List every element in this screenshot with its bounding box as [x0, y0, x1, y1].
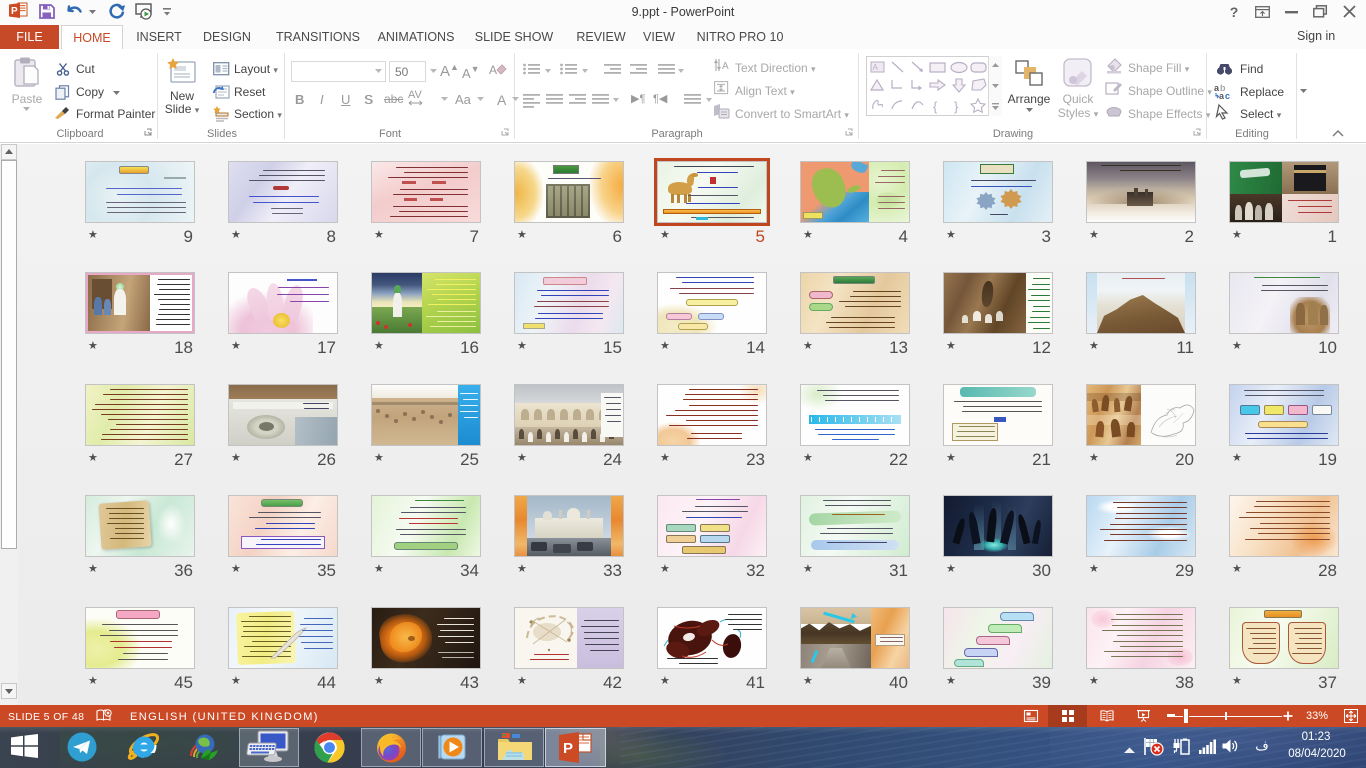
svg-text:P: P — [563, 740, 573, 757]
svg-text:A: A — [722, 61, 729, 72]
svg-text:P: P — [11, 6, 18, 17]
svg-text:c: c — [1225, 91, 1230, 101]
svg-text:}: } — [954, 99, 959, 114]
svg-text:A: A — [489, 63, 497, 77]
svg-text:A: A — [873, 63, 879, 72]
svg-text:{: { — [933, 99, 938, 114]
